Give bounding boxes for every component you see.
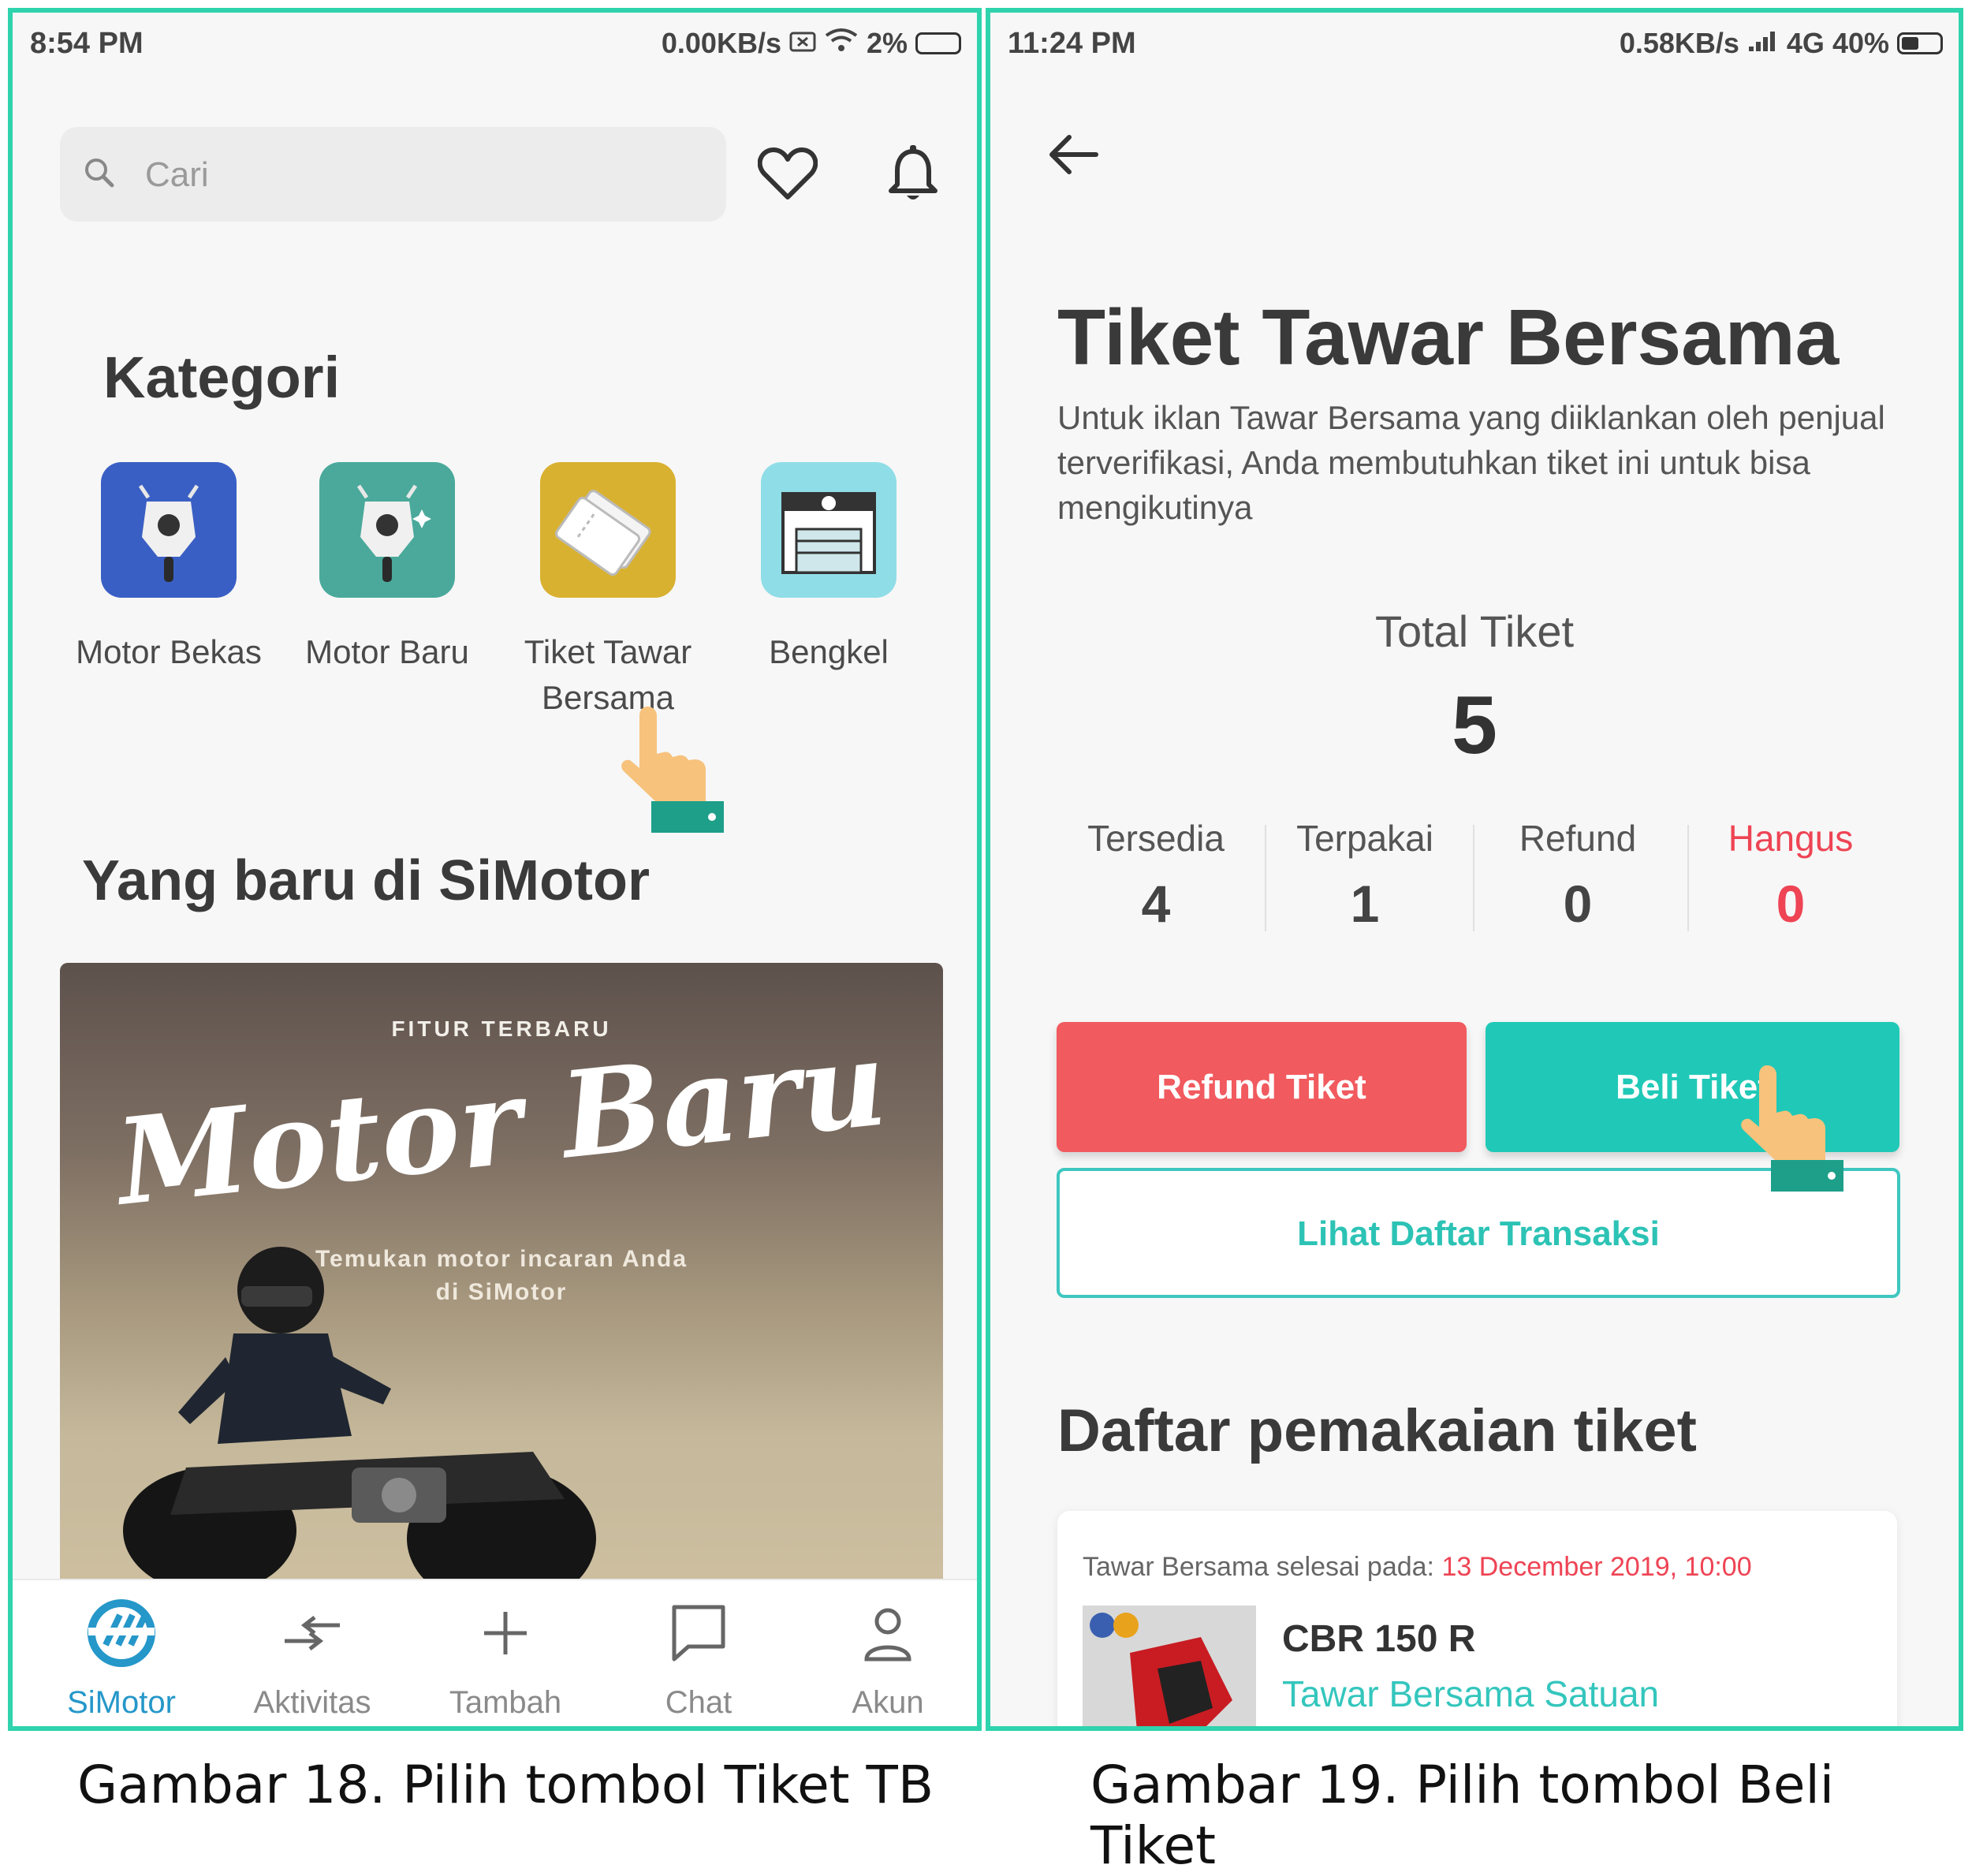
signal-icon <box>1747 27 1779 60</box>
status-bar: 8:54 PM 0.00KB/s 2% <box>13 13 977 76</box>
back-arrow-icon[interactable] <box>1046 131 1101 182</box>
motorbike-icon <box>101 462 237 598</box>
nav-label: Aktivitas <box>253 1685 371 1720</box>
category-motor-baru[interactable]: Motor Baru <box>285 462 490 675</box>
battery-icon <box>1897 32 1943 54</box>
refund-ticket-button[interactable]: Refund Tiket <box>1057 1022 1467 1152</box>
heart-icon[interactable] <box>757 147 818 206</box>
nav-label: SiMotor <box>67 1685 176 1720</box>
sim-icon <box>789 27 816 60</box>
rider-motorcycle-image <box>123 1247 596 1594</box>
status-time: 11:24 PM <box>1008 27 1136 60</box>
ticket-icon <box>540 462 676 598</box>
stat-hangus: Hangus 0 <box>1728 818 1854 933</box>
person-icon <box>864 1608 911 1662</box>
simotor-logo-icon <box>88 1599 155 1667</box>
page-title: Tiket Tawar Bersama <box>1057 293 1840 382</box>
category-motor-bekas[interactable]: Motor Bekas <box>66 462 271 675</box>
stat-tersedia: Tersedia 4 <box>1087 818 1225 933</box>
left-phone-screen: 8:54 PM 0.00KB/s 2% Cari Kategori Motor … <box>8 8 982 1731</box>
bottom-navigation: SiMotor Aktivitas Tambah Chat Akun <box>13 1579 977 1726</box>
status-bar: 11:24 PM 0.58KB/s 4G 40% <box>990 13 1959 76</box>
nav-label: Chat <box>665 1685 733 1720</box>
status-time: 8:54 PM <box>30 27 144 60</box>
caption-left: Gambar 18. Pilih tombol Tiket TB <box>77 1755 934 1815</box>
chat-bubble-icon <box>672 1605 725 1662</box>
category-label: Motor Bekas <box>76 633 262 670</box>
page-description: Untuk iklan Tawar Bersama yang diiklanka… <box>1057 399 1885 526</box>
total-value: 5 <box>1452 680 1497 771</box>
swap-arrows-icon <box>285 1616 340 1650</box>
kategori-heading: Kategori <box>103 345 341 410</box>
caption-right: Gambar 19. Pilih tombol Beli Tiket <box>1090 1755 1835 1876</box>
card-auction-type: Tawar Bersama Satuan <box>1282 1673 1660 1714</box>
section-heading: Yang baru di SiMotor <box>82 849 650 912</box>
card-product-name: CBR 150 R <box>1282 1618 1476 1660</box>
network-speed: 0.58KB/s <box>1619 27 1739 59</box>
battery-percent: 40% <box>1832 27 1889 59</box>
nav-aktivitas[interactable]: Aktivitas <box>226 1598 399 1721</box>
divider <box>1473 825 1474 931</box>
pointing-hand-icon <box>608 699 734 845</box>
nav-akun[interactable]: Akun <box>801 1598 975 1721</box>
nav-simotor[interactable]: SiMotor <box>35 1598 208 1721</box>
search-icon <box>82 155 117 194</box>
new-motorbike-icon <box>319 462 455 598</box>
card-finished-line: Tawar Bersama selesai pada: 13 December … <box>1083 1552 1752 1582</box>
battery-icon <box>915 32 961 54</box>
nav-chat[interactable]: Chat <box>612 1598 785 1721</box>
right-phone-screen: 11:24 PM 0.58KB/s 4G 40% Tiket Tawar Ber… <box>986 8 1963 1731</box>
promo-banner[interactable]: FITUR TERBARU Motor Baru Temukan motor i… <box>60 963 943 1594</box>
usage-heading: Daftar pemakaian tiket <box>1057 1397 1697 1464</box>
bell-icon[interactable] <box>888 145 938 209</box>
nav-label: Tambah <box>449 1685 562 1720</box>
ticket-usage-card[interactable]: Tawar Bersama selesai pada: 13 December … <box>1057 1511 1897 1726</box>
total-label: Total Tiket <box>1374 606 1575 656</box>
stat-terpakai: Terpakai 1 <box>1296 818 1433 933</box>
banner-title: Motor Baru <box>110 1013 893 1233</box>
stat-refund: Refund 0 <box>1519 818 1637 933</box>
battery-percent: 2% <box>866 27 908 59</box>
category-bengkel[interactable]: Bengkel <box>726 462 931 675</box>
category-tiket-tawar-bersama[interactable]: Tiket Tawar Bersama <box>505 462 710 721</box>
search-placeholder: Cari <box>145 155 209 194</box>
nav-tambah[interactable]: Tambah <box>419 1598 592 1721</box>
plus-icon <box>484 1612 527 1654</box>
motorbike-thumbnail <box>1083 1606 1256 1726</box>
search-input[interactable]: Cari <box>60 127 726 222</box>
pointing-hand-icon <box>1728 1057 1854 1203</box>
card-date: 13 December 2019, 10:00 <box>1441 1552 1752 1582</box>
network-type: 4G <box>1786 27 1825 59</box>
network-speed: 0.00KB/s <box>661 27 781 59</box>
category-label: Bengkel <box>769 633 889 670</box>
garage-icon <box>761 462 897 598</box>
category-label: Motor Baru <box>305 633 469 670</box>
wifi-icon <box>824 27 859 60</box>
nav-label: Akun <box>852 1685 924 1720</box>
